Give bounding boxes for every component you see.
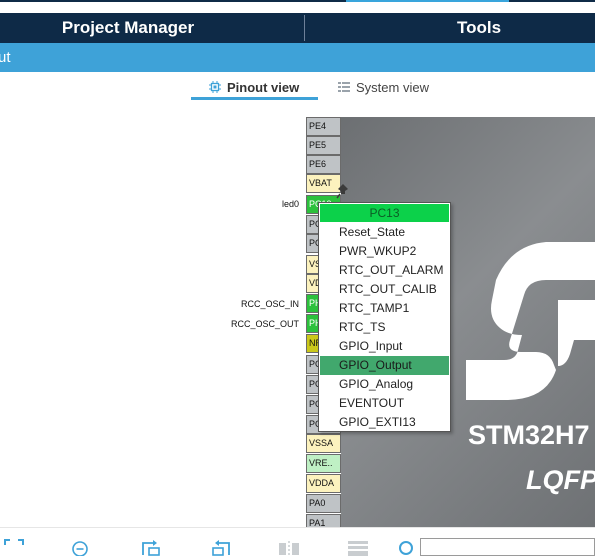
tab-tools[interactable]: Tools [305, 13, 595, 43]
pin-context-menu: PC13 Reset_State PWR_WKUP2 RTC_OUT_ALARM… [318, 202, 451, 432]
context-menu-title: PC13 [320, 204, 449, 222]
search-icon[interactable] [398, 539, 416, 556]
pin[interactable]: PE6 [306, 155, 341, 174]
menu-item-eventout[interactable]: EVENTOUT [320, 394, 449, 413]
pinout-config-bar: ut [0, 43, 595, 72]
main-tab-bar: Project Manager Tools [0, 13, 595, 43]
pinout-config-label: ut [0, 49, 11, 66]
pin[interactable]: VDDA [306, 474, 341, 493]
pin-label: PE4 [309, 121, 327, 131]
tab-project-manager[interactable]: Project Manager [0, 13, 256, 43]
pushpin-icon[interactable] [336, 183, 350, 199]
menu-item-gpio-input[interactable]: GPIO_Input [320, 337, 449, 356]
pin[interactable]: VRE.. [306, 454, 341, 473]
pin-label: PE6 [309, 159, 327, 169]
signal-label-led0: led0 [281, 199, 299, 209]
menu-item-rtc-out-calib[interactable]: RTC_OUT_CALIB [320, 280, 449, 299]
system-view-label: System view [356, 80, 429, 95]
chip-package: LQFP [526, 465, 595, 495]
menu-item-gpio-exti13[interactable]: GPIO_EXTI13 [320, 413, 449, 432]
flip-icon[interactable] [278, 539, 300, 556]
st-logo-icon [466, 242, 595, 400]
pinout-view-label: Pinout view [227, 80, 300, 95]
menu-item-reset-state[interactable]: Reset_State [320, 223, 449, 242]
pin[interactable]: PA0 [306, 494, 341, 513]
pin-label: VDDA [309, 478, 335, 488]
pin-label: PA0 [309, 498, 326, 508]
menu-item-pwr-wkup2[interactable]: PWR_WKUP2 [320, 242, 449, 261]
rotate-left-icon[interactable] [209, 539, 231, 556]
pin[interactable]: PE5 [306, 136, 341, 155]
signal-label-rcc-osc-out: RCC_OSC_OUT [230, 319, 299, 329]
menu-item-gpio-output[interactable]: GPIO_Output [320, 356, 449, 375]
menu-item-rtc-ts[interactable]: RTC_TS [320, 318, 449, 337]
stm32cubemx-window: Project Manager Tools ut Pinout view Sys… [0, 0, 595, 556]
pin-label: VRE.. [309, 458, 333, 468]
chip-name: STM32H7 [468, 420, 590, 450]
signal-label-rcc-osc-in: RCC_OSC_IN [240, 299, 299, 309]
pin[interactable]: PE4 [306, 117, 341, 136]
tab-system-view[interactable]: System view [338, 78, 429, 98]
top-strip-accent [346, 0, 509, 2]
grid-icon[interactable] [347, 539, 369, 556]
menu-item-gpio-analog[interactable]: GPIO_Analog [320, 375, 449, 394]
pin-search-input[interactable] [420, 538, 595, 556]
menu-item-rtc-tamp1[interactable]: RTC_TAMP1 [320, 299, 449, 318]
top-strip [0, 0, 595, 13]
pin-label: VBAT [309, 178, 332, 188]
pin[interactable]: VSSA [306, 434, 341, 453]
rotate-right-icon[interactable] [141, 539, 163, 556]
chip-icon [209, 81, 221, 93]
menu-item-rtc-out-alarm[interactable]: RTC_OUT_ALARM [320, 261, 449, 280]
pin-label: PE5 [309, 140, 327, 150]
active-view-underline [191, 97, 318, 100]
fit-screen-icon[interactable] [4, 539, 24, 556]
pin-label: VSSA [309, 438, 334, 448]
tab-pinout-view[interactable]: Pinout view [209, 78, 299, 98]
list-icon [338, 82, 350, 92]
zoom-out-icon[interactable] [71, 539, 91, 556]
